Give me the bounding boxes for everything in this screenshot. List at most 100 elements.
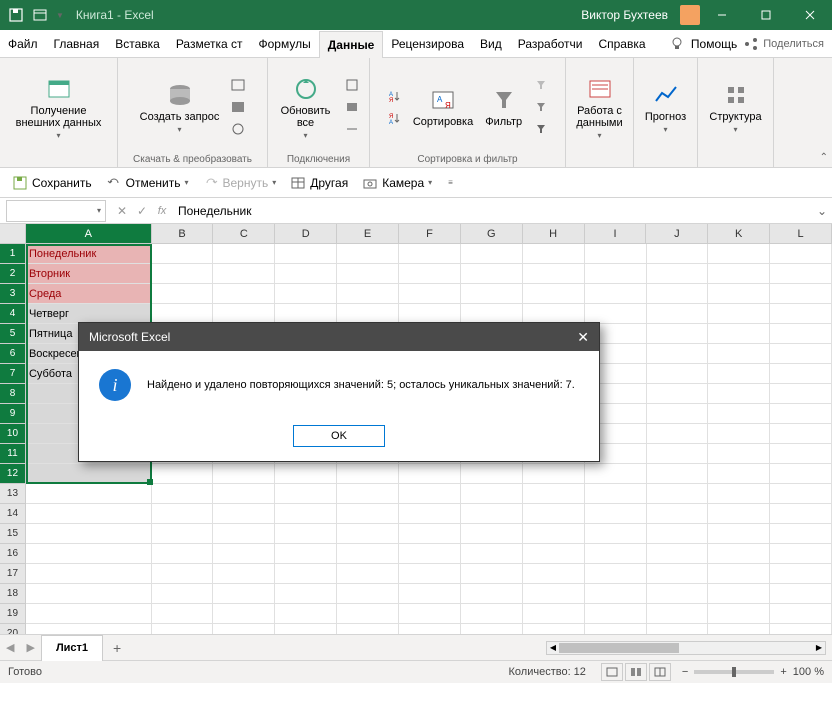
tab-file[interactable]: Файл [0,30,46,58]
cell[interactable] [585,544,647,564]
cell[interactable] [152,564,214,584]
expand-formula-button[interactable]: ⌄ [812,204,832,218]
row-header[interactable]: 15 [0,524,26,544]
cell[interactable] [461,624,523,634]
cell[interactable] [337,284,399,304]
row-header[interactable]: 14 [0,504,26,524]
cell[interactable] [770,444,832,464]
cell[interactable] [213,624,275,634]
cell[interactable] [523,244,585,264]
row-header[interactable]: 3 [0,284,26,304]
cell[interactable] [585,584,647,604]
cell[interactable] [770,584,832,604]
row-header[interactable]: 17 [0,564,26,584]
cell[interactable] [275,284,337,304]
cell[interactable] [523,484,585,504]
cell[interactable]: Четверг [26,304,152,324]
cell[interactable] [647,544,709,564]
cell[interactable] [213,524,275,544]
cell[interactable] [461,264,523,284]
filter-button[interactable]: Фильтр [481,84,526,130]
cell[interactable] [337,464,399,484]
cell[interactable] [152,504,214,524]
cell[interactable] [708,344,770,364]
cell[interactable] [275,464,337,484]
cell[interactable] [275,244,337,264]
cell[interactable] [770,564,832,584]
forecast-button[interactable]: Прогноз▾ [641,79,690,136]
share-button[interactable]: Поделиться [743,36,824,52]
cell[interactable] [770,384,832,404]
view-page-break-button[interactable] [649,663,671,681]
cell[interactable] [585,264,647,284]
cell[interactable] [523,584,585,604]
cell[interactable] [275,584,337,604]
cell[interactable] [770,264,832,284]
cell[interactable] [275,484,337,504]
cell[interactable] [708,464,770,484]
cell[interactable] [152,304,214,324]
cell[interactable] [647,344,709,364]
cell[interactable] [585,464,647,484]
user-name[interactable]: Виктор Бухтеев [581,8,668,22]
col-header-a[interactable]: A [26,224,152,243]
cell[interactable] [647,464,709,484]
cell[interactable] [461,284,523,304]
cell[interactable] [770,504,832,524]
cell[interactable] [523,304,585,324]
cell[interactable] [585,524,647,544]
cell[interactable] [523,464,585,484]
tab-home[interactable]: Главная [46,30,108,58]
row-header[interactable]: 9 [0,404,26,424]
row-header[interactable]: 11 [0,444,26,464]
cell[interactable] [708,364,770,384]
cell[interactable] [585,484,647,504]
cell[interactable] [770,624,832,634]
row-header[interactable]: 10 [0,424,26,444]
sort-button[interactable]: AЯ Сортировка [409,84,477,130]
sort-asc-button[interactable]: AЯ [383,86,405,106]
cell[interactable] [337,544,399,564]
cell[interactable] [213,544,275,564]
cell[interactable] [585,624,647,634]
cell[interactable] [461,524,523,544]
cell[interactable] [337,484,399,504]
row-header[interactable]: 4 [0,304,26,324]
cell[interactable] [708,324,770,344]
add-sheet-button[interactable]: + [103,640,131,656]
cell[interactable] [647,524,709,544]
row-header[interactable]: 16 [0,544,26,564]
cell[interactable] [26,464,152,484]
cell[interactable] [770,284,832,304]
data-tools-button[interactable]: Работа с данными▾ [572,73,627,142]
dialog-ok-button[interactable]: OK [293,425,385,447]
name-box[interactable]: ▾ [6,200,106,222]
properties-button[interactable] [341,97,363,117]
cell[interactable] [213,504,275,524]
cell[interactable] [275,504,337,524]
cell[interactable] [152,604,214,624]
qat-customize[interactable]: ≡ [448,178,453,187]
cell[interactable] [461,564,523,584]
get-external-data-button[interactable]: Получение внешних данных▾ [6,73,111,142]
cell[interactable] [770,364,832,384]
cell[interactable]: Понедельник [26,244,152,264]
cell[interactable] [770,424,832,444]
cell[interactable] [152,244,214,264]
cell[interactable] [770,464,832,484]
view-normal-button[interactable] [601,663,623,681]
cell[interactable] [152,544,214,564]
new-query-button[interactable]: Создать запрос▾ [136,79,224,136]
cell[interactable] [585,604,647,624]
cell[interactable] [647,444,709,464]
cell[interactable] [337,304,399,324]
cell[interactable] [399,244,461,264]
autosave-icon[interactable] [32,7,48,23]
cell[interactable] [770,344,832,364]
other-view-button[interactable]: Другая [286,173,352,193]
cell[interactable]: Вторник [26,264,152,284]
cell[interactable] [275,264,337,284]
cell[interactable] [461,544,523,564]
col-header-d[interactable]: D [275,224,337,243]
cell[interactable] [399,504,461,524]
